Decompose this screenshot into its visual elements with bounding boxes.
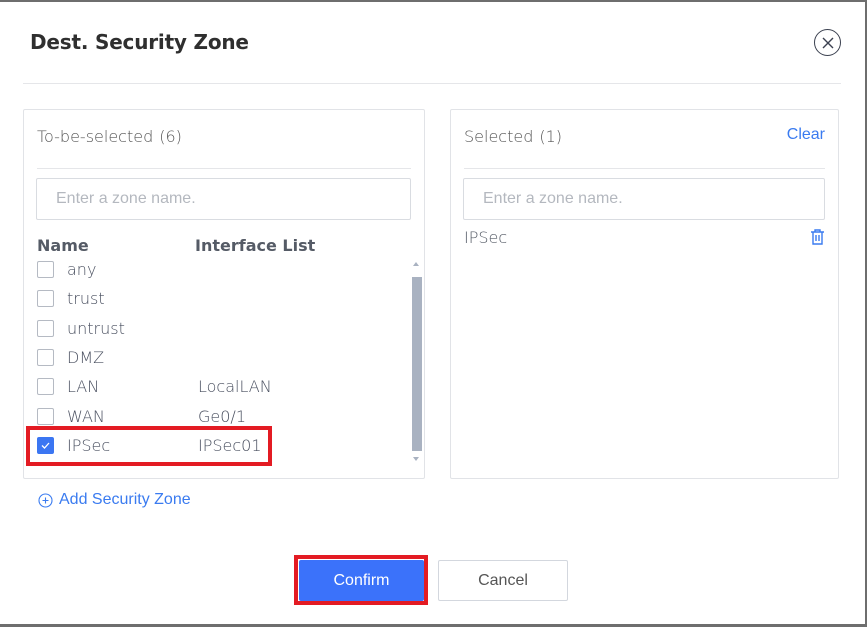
selected-count: (1) [539, 127, 563, 146]
right-search-input[interactable] [463, 178, 825, 220]
zone-list: any trust untrust DMZ LAN LocalLAN WAN G… [37, 255, 407, 460]
selected-item-name: IPSec [464, 228, 508, 247]
zone-row-untrust[interactable]: untrust [37, 314, 407, 343]
checkbox[interactable] [37, 349, 54, 367]
checkbox[interactable] [37, 436, 54, 454]
selected-label: Selected [464, 127, 534, 146]
zone-interface: LocalLAN [198, 377, 272, 397]
selected-heading: Selected (1) [464, 127, 562, 146]
scrollbar-thumb[interactable] [412, 277, 422, 451]
zone-row-dmz[interactable]: DMZ [37, 343, 407, 372]
column-header-name: Name [37, 236, 89, 255]
zone-name: IPSec [67, 435, 111, 455]
checkbox[interactable] [37, 261, 54, 279]
check-icon [41, 442, 50, 449]
zone-name: DMZ [67, 348, 105, 368]
zone-row-wan[interactable]: WAN Ge0/1 [37, 401, 407, 430]
zone-row-trust[interactable]: trust [37, 284, 407, 313]
zone-name: untrust [67, 318, 125, 338]
add-security-zone-label: Add Security Zone [59, 491, 191, 508]
dialog: Dest. Security Zone To-be-selected (6) Na… [0, 0, 867, 627]
panel-divider [464, 168, 825, 169]
plus-circle-icon [38, 492, 53, 508]
selected-panel: Selected (1) Clear IPSec [450, 109, 839, 479]
zone-interface: IPSec01 [198, 435, 262, 455]
to-be-selected-label: To-be-selected [37, 127, 154, 146]
zone-row-lan[interactable]: LAN LocalLAN [37, 372, 407, 401]
clear-link[interactable]: Clear [787, 126, 825, 144]
dialog-title: Dest. Security Zone [30, 30, 249, 54]
header-divider [23, 83, 841, 84]
scroll-down-arrow-icon[interactable] [413, 457, 419, 461]
scroll-up-arrow-icon[interactable] [413, 262, 419, 266]
panel-divider [37, 168, 411, 169]
zone-name: WAN [67, 406, 105, 426]
to-be-selected-count: (6) [159, 127, 182, 146]
checkbox[interactable] [37, 378, 54, 396]
to-be-selected-panel: To-be-selected (6) Name Interface List an… [23, 109, 425, 479]
zone-row-any[interactable]: any [37, 255, 407, 284]
zone-name: trust [67, 289, 105, 309]
list-scrollbar[interactable] [410, 258, 422, 463]
zone-name: LAN [67, 377, 100, 397]
zone-name: any [67, 260, 97, 280]
to-be-selected-heading: To-be-selected (6) [37, 127, 182, 146]
checkbox[interactable] [37, 290, 54, 308]
zone-row-ipsec[interactable]: IPSec IPSec01 [37, 431, 407, 460]
zone-interface: Ge0/1 [198, 406, 246, 426]
left-search-input[interactable] [36, 178, 411, 220]
trash-icon[interactable] [810, 229, 825, 245]
close-icon [822, 37, 833, 48]
selected-item: IPSec [464, 228, 825, 248]
column-header-interface: Interface List [195, 236, 316, 255]
cancel-button[interactable]: Cancel [438, 560, 568, 601]
close-button[interactable] [814, 29, 841, 56]
confirm-button[interactable]: Confirm [299, 560, 424, 601]
add-security-zone-link[interactable]: Add Security Zone [38, 491, 191, 509]
checkbox[interactable] [37, 407, 54, 425]
checkbox[interactable] [37, 319, 54, 337]
